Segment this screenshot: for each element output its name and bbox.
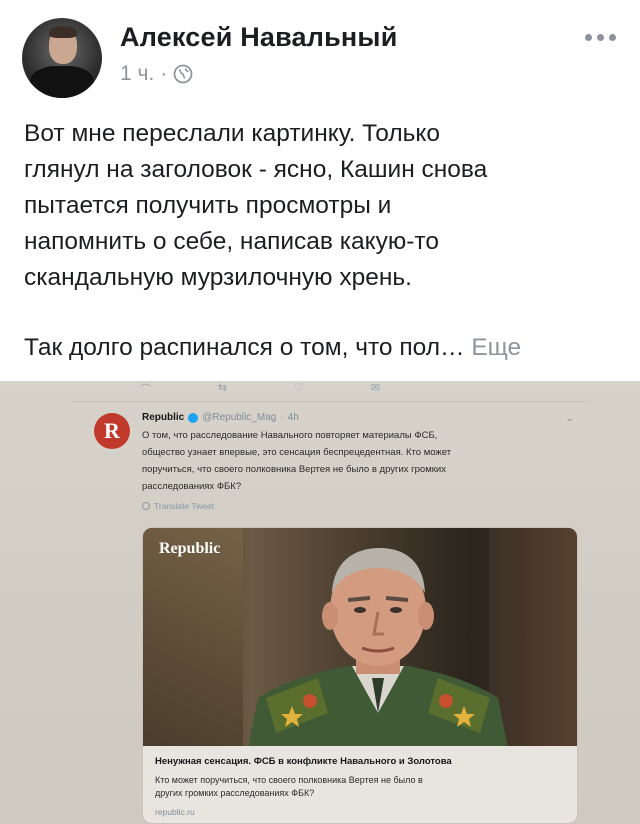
background-curtain: [143, 528, 243, 746]
author-name[interactable]: Алексей Навальный: [120, 22, 398, 53]
tweet-action-icons: ⌒ ⇆ ♡ ✉: [140, 381, 380, 396]
chevron-down-icon: ⌄: [565, 412, 575, 424]
see-more-link[interactable]: Еще: [471, 334, 521, 361]
like-icon: ♡: [294, 382, 304, 394]
tweet-text: О том, что расследование Навального повт…: [142, 430, 452, 492]
card-brand-label: Republic: [159, 540, 221, 557]
tweet-handle: @Republic_Mag: [202, 412, 277, 423]
card-image: Republic: [143, 528, 577, 746]
globe-icon: [142, 502, 150, 510]
post-header: Алексей Навальный 1 ч. ·: [0, 0, 640, 110]
card-description: Кто может поручиться, что своего полковн…: [155, 775, 423, 798]
verified-icon: [188, 412, 199, 423]
reply-icon: ⌒: [140, 384, 151, 396]
post-time[interactable]: 1 ч.: [120, 62, 154, 86]
dot-icon: [585, 34, 592, 41]
dot-icon: [597, 34, 604, 41]
post-meta: 1 ч. ·: [120, 62, 193, 86]
tweet-time: 4h: [287, 412, 299, 423]
avatar-body-shape: [30, 66, 94, 98]
post-paragraph-1: Вот мне переслали картинку. Только гляну…: [24, 120, 488, 291]
message-icon: ✉: [370, 382, 380, 394]
translate-label: Translate Tweet: [154, 501, 215, 511]
tweet-header: Republic @Republic_Mag · 4h: [142, 412, 299, 423]
post-paragraph-2: Так долго распинался о том, что пол… Еще: [24, 330, 616, 366]
post-paragraph-2-text: Так долго распинался о том, что пол…: [24, 334, 465, 361]
card-title: Ненужная сенсация. ФСБ в конфликте Навал…: [155, 756, 452, 767]
retweet-icon: ⇆: [217, 382, 228, 394]
author-avatar[interactable]: [22, 18, 102, 98]
post-text: Вот мне переслали картинку. Только гляну…: [24, 116, 616, 366]
general-portrait-image: [248, 548, 508, 746]
dot-icon: [609, 34, 616, 41]
tweet-divider: [70, 401, 590, 402]
link-card: Republic Ненужная сенсация. ФСБ в конфли…: [142, 527, 578, 824]
republic-logo: R: [94, 413, 130, 449]
globe-icon[interactable]: [173, 64, 193, 84]
meta-separator: ·: [160, 62, 168, 85]
more-options-button[interactable]: [585, 34, 616, 41]
tweet-separator: ·: [280, 412, 284, 423]
avatar-hair-shape: [49, 26, 77, 38]
card-domain: republic.ru: [155, 807, 195, 817]
attached-photo[interactable]: ⌒ ⇆ ♡ ✉ R Republic @Republic_Mag · 4h ⌄ …: [0, 381, 640, 824]
tweet-author-name: Republic: [142, 412, 185, 423]
translate-tweet: Translate Tweet: [142, 501, 214, 511]
